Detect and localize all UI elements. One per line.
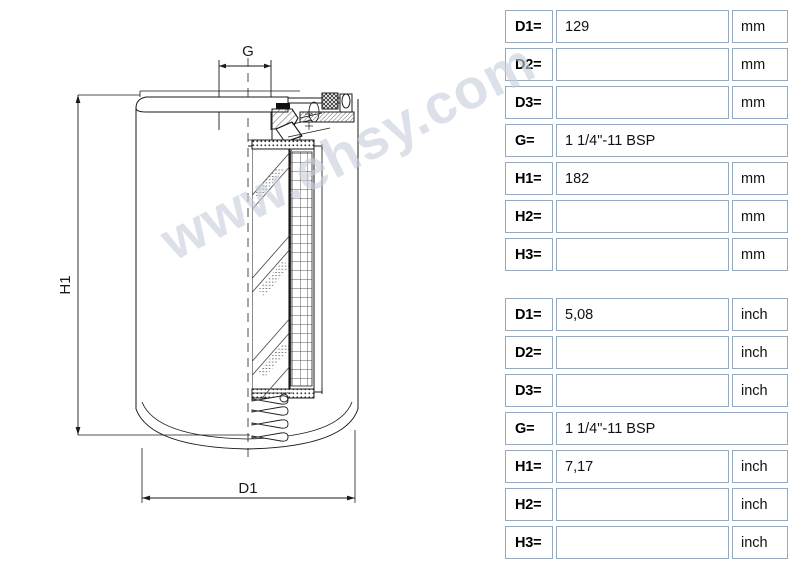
spec-value-inch-5[interactable] — [555, 487, 730, 522]
spec-row-mm-0: D1= 129 mm — [504, 9, 789, 44]
spec-row-inch-3: G= 1 1/4"-11 BSP — [504, 411, 789, 446]
spec-unit-mm-1: mm — [731, 47, 789, 82]
spec-table-millimeters: D1= 129 mm D2= mm D3= mm G= 1 1/4"-11 BSP H1= 182 m… — [504, 9, 789, 276]
spec-unit-inch-5: inch — [731, 487, 789, 522]
spec-table-inches: D1= 5,08 inch D2= inch D3= inch G= 1 1/4"-11 BSP… — [504, 297, 789, 564]
spec-value-inch-1[interactable] — [555, 335, 730, 370]
spec-unit-inch-4: inch — [731, 449, 789, 484]
spec-label-mm-1: D2= — [504, 47, 554, 82]
dimension-label-g: G — [242, 43, 254, 60]
spec-label-mm-2: D3= — [504, 85, 554, 120]
spec-row-mm-1: D2= mm — [504, 47, 789, 82]
spec-value-inch-3[interactable]: 1 1/4"-11 BSP — [555, 411, 789, 446]
spec-value-mm-4[interactable]: 182 — [555, 161, 730, 196]
spec-row-inch-6: H3= inch — [504, 525, 789, 560]
spec-label-mm-0: D1= — [504, 9, 554, 44]
spec-unit-mm-0: mm — [731, 9, 789, 44]
technical-drawing-panel: G H1 D1 — [0, 0, 490, 569]
spec-value-mm-2[interactable] — [555, 85, 730, 120]
spec-label-mm-4: H1= — [504, 161, 554, 196]
support-tube-mesh — [288, 149, 313, 389]
filter-housing-outline — [135, 90, 359, 450]
spec-row-mm-4: H1= 182 mm — [504, 161, 789, 196]
spec-row-inch-4: H1= 7,17 inch — [504, 449, 789, 484]
spec-row-inch-5: H2= inch — [504, 487, 789, 522]
spec-label-inch-5: H2= — [504, 487, 554, 522]
spec-row-mm-5: H2= mm — [504, 199, 789, 234]
spec-row-mm-3: G= 1 1/4"-11 BSP — [504, 123, 789, 158]
filter-cross-section-drawing: G H1 D1 — [57, 43, 359, 503]
spec-value-inch-6[interactable] — [555, 525, 730, 560]
spec-label-mm-5: H2= — [504, 199, 554, 234]
spec-label-inch-3: G= — [504, 411, 554, 446]
spec-unit-mm-4: mm — [731, 161, 789, 196]
dimension-h1 — [75, 94, 250, 436]
spec-unit-mm-2: mm — [731, 85, 789, 120]
spec-value-inch-2[interactable] — [555, 373, 730, 408]
bottom-spring — [251, 392, 292, 442]
spec-label-mm-6: H3= — [504, 237, 554, 272]
spec-unit-mm-6: mm — [731, 237, 789, 272]
spec-unit-inch-1: inch — [731, 335, 789, 370]
dimension-label-h1: H1 — [57, 275, 74, 294]
spec-unit-inch-0: inch — [731, 297, 789, 332]
spec-row-mm-6: H3= mm — [504, 237, 789, 272]
spec-label-inch-4: H1= — [504, 449, 554, 484]
spec-row-inch-2: D3= inch — [504, 373, 789, 408]
spec-row-mm-2: D3= mm — [504, 85, 789, 120]
spec-value-mm-3[interactable]: 1 1/4"-11 BSP — [555, 123, 789, 158]
spec-label-mm-3: G= — [504, 123, 554, 158]
spec-unit-inch-6: inch — [731, 525, 789, 560]
spec-value-mm-0[interactable]: 129 — [555, 9, 730, 44]
spec-value-mm-5[interactable] — [555, 199, 730, 234]
spec-value-inch-0[interactable]: 5,08 — [555, 297, 730, 332]
spec-unit-mm-5: mm — [731, 199, 789, 234]
spec-label-inch-2: D3= — [504, 373, 554, 408]
spec-row-inch-1: D2= inch — [504, 335, 789, 370]
screenshot-root: G H1 D1 www.ehsy.com D1= 129 mm D2= mm D3= mm G… — [0, 0, 790, 569]
spec-value-inch-4[interactable]: 7,17 — [555, 449, 730, 484]
spec-label-inch-6: H3= — [504, 525, 554, 560]
spec-value-mm-1[interactable] — [555, 47, 730, 82]
spec-label-inch-0: D1= — [504, 297, 554, 332]
spec-unit-inch-2: inch — [731, 373, 789, 408]
spec-value-mm-6[interactable] — [555, 237, 730, 272]
pleated-filter-media — [252, 148, 293, 398]
spec-row-inch-0: D1= 5,08 inch — [504, 297, 789, 332]
dimension-label-d1: D1 — [238, 480, 257, 497]
dimension-g — [218, 60, 272, 130]
spec-label-inch-1: D2= — [504, 335, 554, 370]
